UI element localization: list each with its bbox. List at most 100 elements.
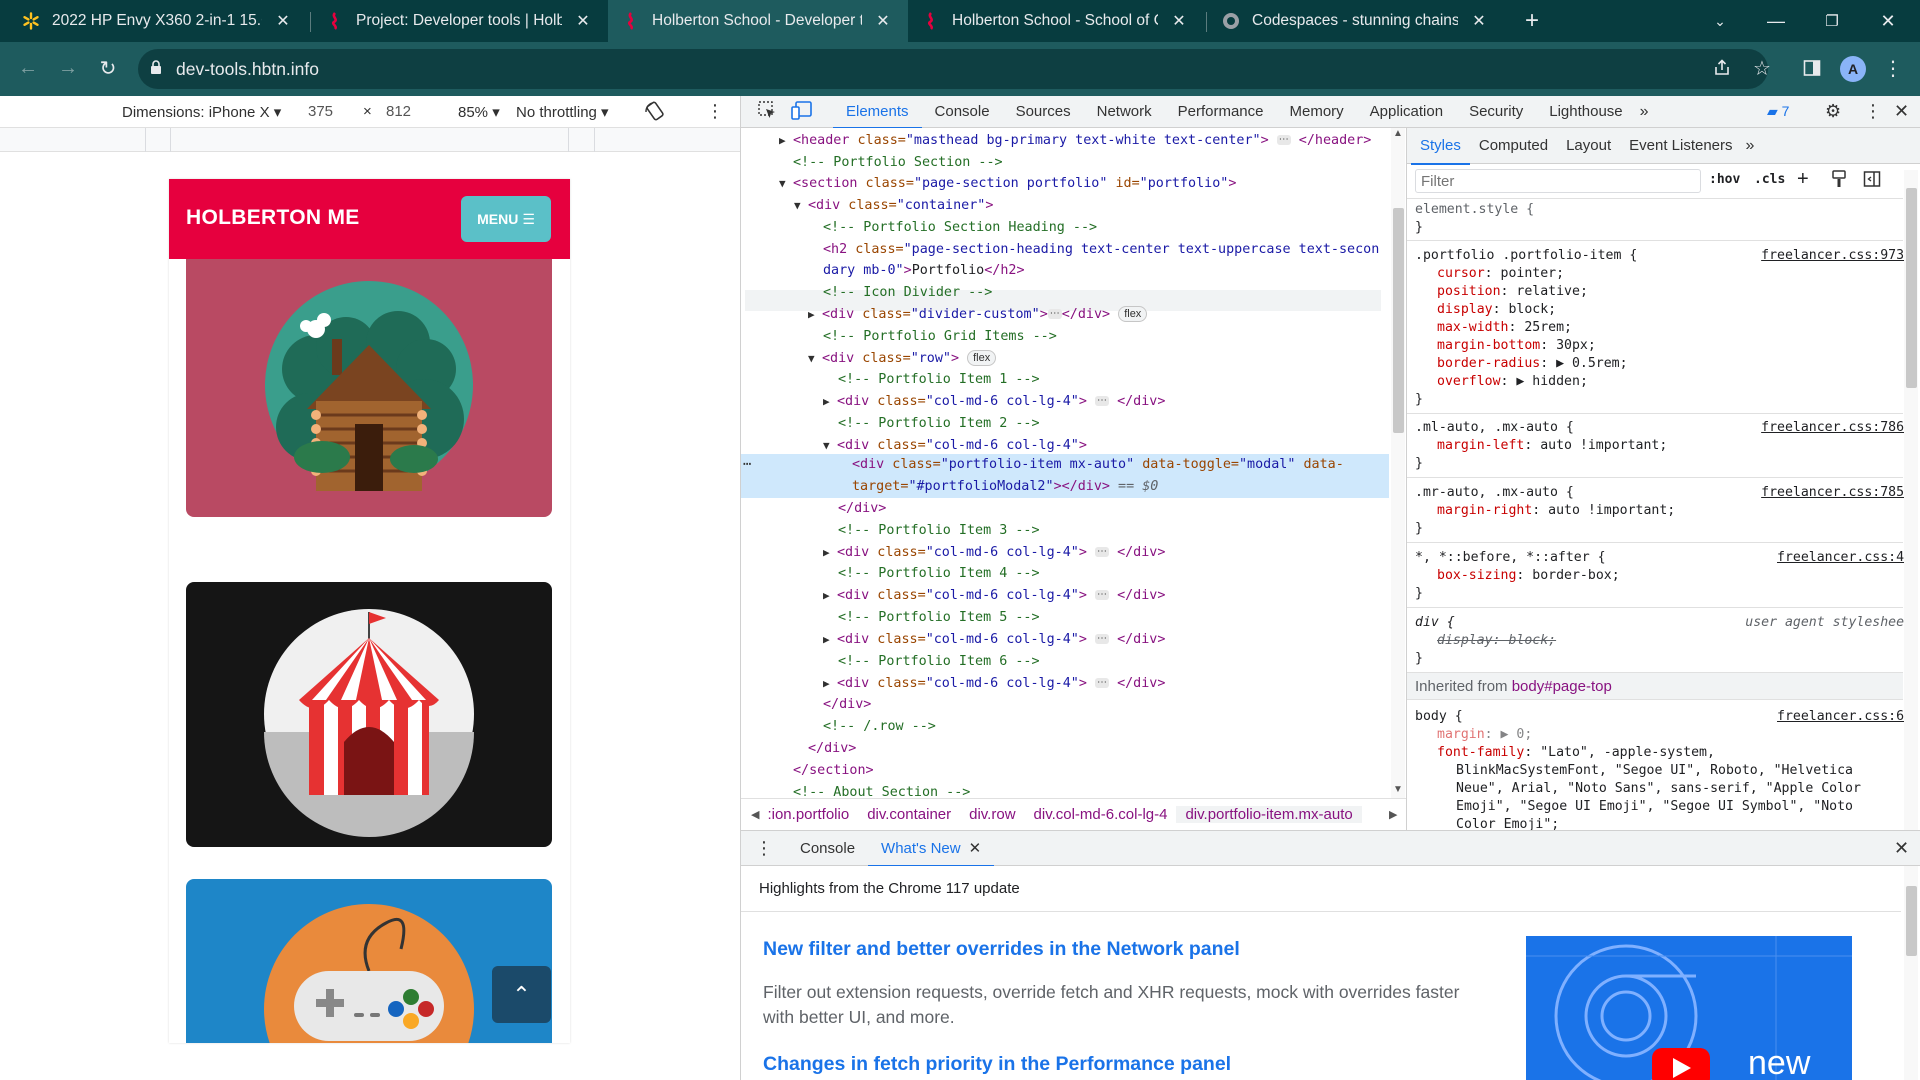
rule-source-link[interactable]: freelancer.css:7850 <box>1761 484 1912 502</box>
breadcrumb-item[interactable]: :ion.portfolio <box>767 806 858 823</box>
css-declaration[interactable]: max-width: 25rem; <box>1437 319 1572 337</box>
browser-tab-3[interactable]: Holberton School - Developer to ✕ <box>608 0 908 42</box>
dom-comment[interactable]: <!-- Portfolio Grid Items --> <box>823 326 1389 348</box>
breadcrumb-item[interactable]: div.container <box>858 806 960 823</box>
whats-new-heading-1[interactable]: New filter and better overrides in the N… <box>763 938 1240 961</box>
ruler-segment[interactable] <box>170 128 171 152</box>
dom-node-section[interactable]: ▼ <section class="page-section portfolio"… <box>779 173 1389 195</box>
breadcrumb-scroll-right-icon[interactable]: ▶ <box>1389 808 1397 821</box>
dom-close-div[interactable]: </div> <box>838 498 1389 520</box>
device-height-input[interactable]: 812 <box>386 103 411 120</box>
drawer-scroll-thumb[interactable] <box>1906 886 1917 956</box>
browser-tab-1[interactable]: 2022 HP Envy X360 2-in-1 15.6" ✕ <box>8 0 308 42</box>
restore-icon[interactable]: ❐ <box>1804 0 1860 42</box>
rule-source-link[interactable]: freelancer.css:9739 <box>1761 247 1912 265</box>
share-icon[interactable] <box>1706 52 1738 84</box>
ellipsis-icon[interactable]: ⋯ <box>1047 309 1062 319</box>
portfolio-item-cabin[interactable] <box>186 259 552 517</box>
dom-comment[interactable]: <!-- Portfolio Item 6 --> <box>838 651 1389 673</box>
ellipsis-icon[interactable]: ⋯ <box>1095 396 1109 406</box>
tab-sources[interactable]: Sources <box>1003 96 1084 128</box>
css-declaration[interactable]: box-sizing: border-box; <box>1437 567 1620 585</box>
side-panel-icon[interactable] <box>1796 52 1828 84</box>
dom-node-portfolio-item-cont[interactable]: target="#portfolioModal2"></div> == $0 <box>852 476 1389 498</box>
styles-filter-input[interactable] <box>1415 169 1701 193</box>
css-declaration[interactable]: margin-left: auto !important; <box>1437 437 1667 455</box>
dom-node-container[interactable]: ▼ <div class="container"> <box>794 195 1389 217</box>
dom-close-section[interactable]: </section> <box>793 760 1389 782</box>
minimize-icon[interactable]: — <box>1748 0 1804 42</box>
dom-comment[interactable]: <!-- Portfolio Item 4 --> <box>838 563 1389 585</box>
tab-application[interactable]: Application <box>1357 96 1456 128</box>
rule-selector[interactable]: .portfolio .portfolio-item { <box>1415 247 1637 265</box>
dom-comment[interactable]: <!-- /.row --> <box>823 716 1389 738</box>
forward-icon[interactable]: → <box>50 50 86 86</box>
css-declaration[interactable]: position: relative; <box>1437 283 1588 301</box>
dom-node-header[interactable]: ▶ <header class="masthead bg-primary text… <box>779 130 1389 152</box>
close-drawer-tab-icon[interactable]: ✕ <box>969 839 982 857</box>
close-tab-icon[interactable]: ✕ <box>572 11 594 31</box>
bookmark-star-icon[interactable]: ☆ <box>1746 52 1778 84</box>
profile-avatar[interactable]: A <box>1840 56 1866 82</box>
scroll-to-top-button[interactable]: ⌃ <box>492 966 551 1023</box>
dom-node-portfolio-item[interactable]: <div class="portfolio-item mx-auto" data… <box>852 454 1389 476</box>
devtools-more-icon[interactable]: ⋮ <box>1864 101 1882 122</box>
breadcrumb-item[interactable]: div.col-md-6.col-lg-4 <box>1025 806 1177 823</box>
rule-selector[interactable]: div { <box>1415 614 1455 632</box>
css-declaration[interactable]: margin-bottom: 30px; <box>1437 337 1596 355</box>
css-declaration[interactable]: margin: ▶ 0; <box>1437 726 1532 744</box>
close-tab-icon[interactable]: ✕ <box>272 11 294 31</box>
dom-close-div[interactable]: </div> <box>808 738 1389 760</box>
address-bar[interactable]: dev-tools.hbtn.info <box>138 49 1768 89</box>
site-brand[interactable]: HOLBERTON ME <box>186 206 360 230</box>
reload-icon[interactable]: ↻ <box>90 50 126 86</box>
drawer-scrollbar[interactable] <box>1904 866 1918 1080</box>
tab-network[interactable]: Network <box>1084 96 1165 128</box>
browser-tab-2[interactable]: Project: Developer tools | Holber ✕ <box>312 0 608 42</box>
more-subtabs-chevron-icon[interactable]: » <box>1742 137 1759 155</box>
ellipsis-icon[interactable]: ⋯ <box>1095 590 1109 600</box>
elements-scroll-thumb[interactable] <box>1393 208 1404 433</box>
dom-comment[interactable]: <!-- About Section --> <box>793 782 1389 798</box>
dom-node-h2-cont[interactable]: dary mb-0">Portfolio</h2> <box>823 260 1389 282</box>
scroll-down-arrow-icon[interactable]: ▼ <box>1393 784 1403 795</box>
more-menu-icon[interactable]: ⋮ <box>1877 52 1909 84</box>
dom-node-col-1[interactable]: ▶ <div class="col-md-6 col-lg-4"> ⋯ </div… <box>823 391 1389 413</box>
dom-node-divider[interactable]: ▶ <div class="divider-custom"> ⋯ </div> fle… <box>808 304 1389 326</box>
dom-comment[interactable]: <!-- Portfolio Item 2 --> <box>838 413 1389 435</box>
whats-new-heading-2[interactable]: Changes in fetch priority in the Perform… <box>763 1053 1231 1076</box>
breadcrumb-scroll-left-icon[interactable]: ◀ <box>741 808 767 821</box>
dom-comment[interactable]: <!-- Portfolio Item 1 --> <box>838 369 1389 391</box>
drawer-tab-whats-new[interactable]: What's New ✕ <box>868 830 995 867</box>
dom-close-div[interactable]: </div> <box>823 694 1389 716</box>
drawer-menu-icon[interactable]: ⋮ <box>741 838 787 859</box>
element-style-selector[interactable]: element.style { <box>1415 201 1534 219</box>
whats-new-video-thumbnail[interactable]: new <box>1526 936 1852 1080</box>
toggle-sidebar-icon[interactable] <box>1863 170 1881 191</box>
drawer-tab-console[interactable]: Console <box>787 832 868 864</box>
tab-performance[interactable]: Performance <box>1165 96 1277 128</box>
tab-lighthouse[interactable]: Lighthouse <box>1536 96 1635 128</box>
inspect-element-icon[interactable] <box>749 100 785 124</box>
css-declaration[interactable]: border-radius: ▶ 0.5rem; <box>1437 355 1628 373</box>
dom-node-row[interactable]: ▼ <div class="row"> flex <box>808 348 1389 370</box>
dom-node-col-6[interactable]: ▶ <div class="col-md-6 col-lg-4"> ⋯ </div… <box>823 673 1389 695</box>
styles-scroll-thumb[interactable] <box>1906 188 1917 388</box>
browser-tab-5[interactable]: Codespaces - stunning chainsaw ✕ <box>1208 0 1504 42</box>
close-tab-icon[interactable]: ✕ <box>1468 11 1490 31</box>
hov-toggle[interactable]: :hov <box>1709 172 1740 187</box>
rule-selector[interactable]: *, *::before, *::after { <box>1415 549 1606 567</box>
inherited-from-link[interactable]: body#page-top <box>1512 678 1612 695</box>
dom-node-col-4[interactable]: ▶ <div class="col-md-6 col-lg-4"> ⋯ </div… <box>823 585 1389 607</box>
ruler-segment[interactable] <box>568 128 569 152</box>
ellipsis-icon[interactable]: ⋯ <box>1095 547 1109 557</box>
close-tab-icon[interactable]: ✕ <box>872 11 894 31</box>
ellipsis-icon[interactable]: ⋯ <box>1095 634 1109 644</box>
flex-badge[interactable]: flex <box>1118 306 1148 322</box>
rule-source-link[interactable]: freelancer.css:46 <box>1777 549 1912 567</box>
rule-selector[interactable]: body { <box>1415 708 1463 726</box>
tab-security[interactable]: Security <box>1456 96 1536 128</box>
breadcrumb-item-current[interactable]: div.portfolio-item.mx-auto <box>1176 806 1362 823</box>
dom-node-col-3[interactable]: ▶ <div class="col-md-6 col-lg-4"> ⋯ </div… <box>823 542 1389 564</box>
browser-tab-4[interactable]: Holberton School - School of Co ✕ <box>908 0 1204 42</box>
